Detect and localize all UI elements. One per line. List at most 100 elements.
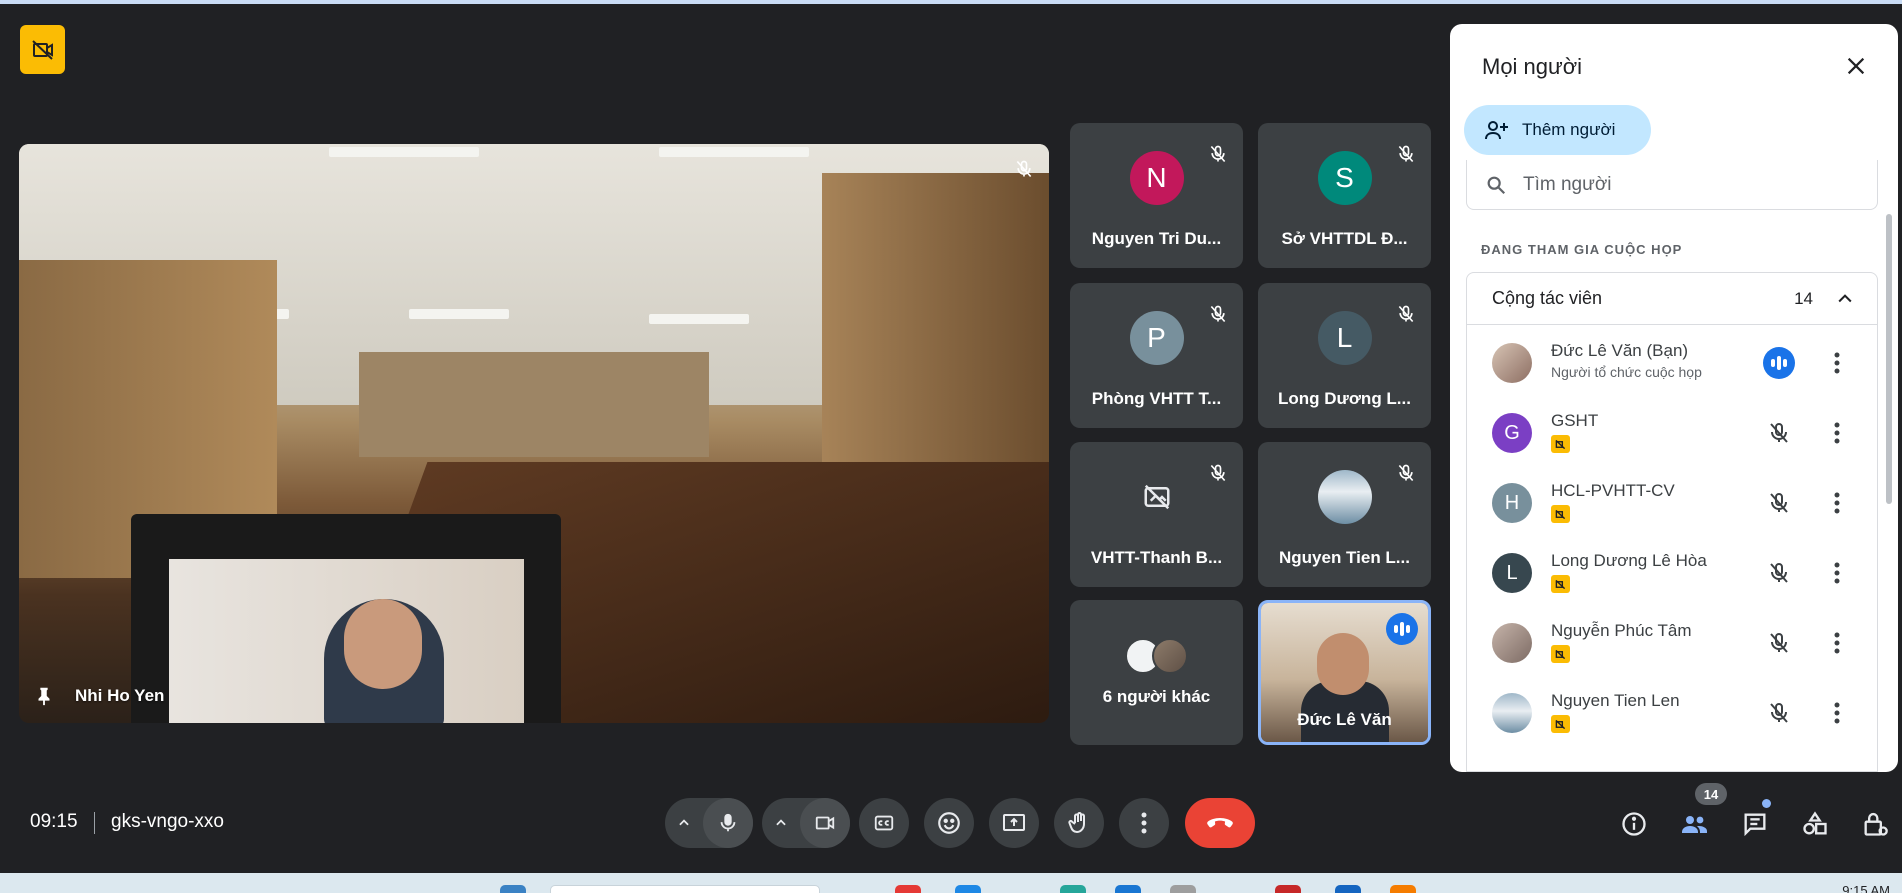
mic-off-icon bbox=[1763, 557, 1795, 589]
chevron-up-icon[interactable] bbox=[1835, 289, 1855, 309]
mic-off-icon bbox=[1205, 301, 1231, 327]
others-tile[interactable]: 6 người khác bbox=[1070, 600, 1243, 745]
participant-name: Nguyen Tri Du... bbox=[1091, 229, 1222, 248]
participant-role: Người tổ chức cuộc họp bbox=[1551, 364, 1702, 380]
participant-row[interactable]: G GSHT bbox=[1467, 403, 1877, 463]
add-people-button[interactable]: Thêm người bbox=[1464, 105, 1651, 155]
captions-button[interactable] bbox=[859, 798, 909, 848]
more-options-button[interactable] bbox=[1119, 798, 1169, 848]
taskbar-app-icon[interactable] bbox=[1275, 885, 1301, 893]
mic-off-icon bbox=[1763, 697, 1795, 729]
taskbar-app-icon[interactable] bbox=[895, 885, 921, 893]
avatar: L bbox=[1317, 311, 1372, 365]
more-options-button[interactable] bbox=[1822, 418, 1852, 448]
host-controls-button[interactable] bbox=[1857, 806, 1893, 842]
taskbar-app-icon[interactable] bbox=[955, 885, 981, 893]
start-icon[interactable] bbox=[500, 885, 526, 893]
more-vert-icon bbox=[1834, 352, 1840, 374]
taskbar-app-icon[interactable] bbox=[1115, 885, 1141, 893]
panel-title: Mọi người bbox=[1482, 54, 1583, 79]
activities-button[interactable] bbox=[1797, 806, 1833, 842]
taskbar-clock: 9:15 AM bbox=[1842, 883, 1890, 893]
others-count-label: 6 người khác bbox=[1102, 687, 1211, 706]
search-people-input[interactable] bbox=[1523, 173, 1823, 196]
more-options-button[interactable] bbox=[1822, 488, 1852, 518]
people-button[interactable] bbox=[1677, 806, 1713, 842]
participant-row[interactable]: H HCL-PVHTT-CV bbox=[1467, 473, 1877, 533]
taskbar-app-icon[interactable] bbox=[1390, 885, 1416, 893]
people-icon bbox=[1682, 816, 1707, 833]
mic-off-icon bbox=[1011, 156, 1037, 182]
mic-off-icon bbox=[1763, 627, 1795, 659]
participant-name: Sở VHTTDL Đ... bbox=[1281, 229, 1408, 248]
panel-scrollbar[interactable] bbox=[1886, 214, 1892, 504]
group-label: Cộng tác viên bbox=[1492, 288, 1603, 308]
pin-icon[interactable] bbox=[33, 685, 55, 707]
avatar: L bbox=[1492, 553, 1532, 593]
microphone-icon bbox=[720, 813, 736, 832]
taskbar-search[interactable] bbox=[550, 885, 820, 893]
avatar: N bbox=[1129, 151, 1184, 205]
divider bbox=[94, 812, 95, 834]
participant-row[interactable]: Nguyễn Phúc Tâm bbox=[1467, 613, 1877, 673]
group-header[interactable]: Cộng tác viên 14 bbox=[1467, 273, 1877, 325]
more-vert-icon bbox=[1834, 702, 1840, 724]
participant-name: Nguyen Tien Len bbox=[1551, 691, 1680, 710]
mic-off-icon bbox=[1763, 417, 1795, 449]
participant-tile[interactable]: Nguyen Tien L... bbox=[1258, 442, 1431, 587]
participant-tile[interactable]: S Sở VHTTDL Đ... bbox=[1258, 123, 1431, 268]
no-video-badge-icon bbox=[1551, 575, 1570, 593]
chevron-up-icon bbox=[776, 819, 786, 826]
contributors-group: Cộng tác viên 14 Đức Lê Văn (Bạn) Người … bbox=[1466, 272, 1878, 772]
mic-off-icon bbox=[1393, 141, 1419, 167]
more-options-button[interactable] bbox=[1822, 348, 1852, 378]
people-count-badge: 14 bbox=[1695, 783, 1727, 805]
more-options-button[interactable] bbox=[1822, 558, 1852, 588]
camera-options-button[interactable] bbox=[762, 798, 800, 848]
leave-call-button[interactable] bbox=[1185, 798, 1255, 848]
participant-tile[interactable]: N Nguyen Tri Du... bbox=[1070, 123, 1243, 268]
participant-tile[interactable]: L Long Dương L... bbox=[1258, 283, 1431, 428]
avatar: H bbox=[1492, 483, 1532, 523]
people-panel: Mọi người Thêm người ĐANG THAM GIA CUỘC … bbox=[1450, 24, 1898, 772]
mic-options-button[interactable] bbox=[665, 798, 703, 848]
taskbar-app-icon[interactable] bbox=[1060, 885, 1086, 893]
shapes-icon bbox=[1803, 811, 1827, 835]
main-video-tile[interactable]: Nhi Ho Yen bbox=[19, 144, 1049, 723]
participant-name: Nguyen Tien L... bbox=[1279, 548, 1410, 567]
participant-name: Long Dương L... bbox=[1278, 389, 1411, 408]
recording-indicator[interactable] bbox=[20, 25, 65, 74]
participant-tile[interactable]: P Phòng VHTT T... bbox=[1070, 283, 1243, 428]
info-icon bbox=[1622, 812, 1646, 836]
participant-tile[interactable]: VHTT-Thanh B... bbox=[1070, 442, 1243, 587]
ceiling-light bbox=[649, 314, 749, 324]
participant-row[interactable]: Đức Lê Văn (Bạn) Người tổ chức cuộc họp bbox=[1467, 333, 1877, 393]
no-video-badge-icon bbox=[1551, 435, 1570, 453]
close-panel-button[interactable] bbox=[1838, 48, 1874, 84]
microphone-toggle-button[interactable] bbox=[703, 798, 753, 848]
participant-name: GSHT bbox=[1551, 411, 1599, 430]
self-video-tile[interactable]: Đức Lê Văn bbox=[1258, 600, 1431, 745]
ceiling-light bbox=[329, 147, 479, 157]
meeting-clock: 09:15 bbox=[30, 811, 78, 832]
meeting-details-button[interactable] bbox=[1616, 806, 1652, 842]
raise-hand-button[interactable] bbox=[1054, 798, 1104, 848]
reactions-button[interactable] bbox=[924, 798, 974, 848]
mic-off-icon bbox=[1393, 301, 1419, 327]
participant-name: HCL-PVHTT-CV bbox=[1551, 481, 1675, 500]
more-options-button[interactable] bbox=[1822, 628, 1852, 658]
lock-person-icon bbox=[1864, 812, 1888, 836]
more-options-button[interactable] bbox=[1822, 698, 1852, 728]
search-people-box[interactable] bbox=[1466, 160, 1878, 210]
mic-off-icon bbox=[1205, 141, 1231, 167]
taskbar-app-icon[interactable] bbox=[1170, 885, 1196, 893]
chat-button[interactable] bbox=[1737, 806, 1773, 842]
present-screen-button[interactable] bbox=[989, 798, 1039, 848]
speaking-indicator-icon bbox=[1763, 347, 1795, 379]
meeting-code: gks-vngo-xxo bbox=[111, 811, 224, 832]
participant-row[interactable]: L Long Dương Lê Hòa bbox=[1467, 543, 1877, 603]
closed-captions-icon bbox=[874, 815, 894, 831]
taskbar-app-icon[interactable] bbox=[1335, 885, 1361, 893]
participant-row[interactable]: Nguyen Tien Len bbox=[1467, 683, 1877, 743]
camera-toggle-button[interactable] bbox=[800, 798, 850, 848]
